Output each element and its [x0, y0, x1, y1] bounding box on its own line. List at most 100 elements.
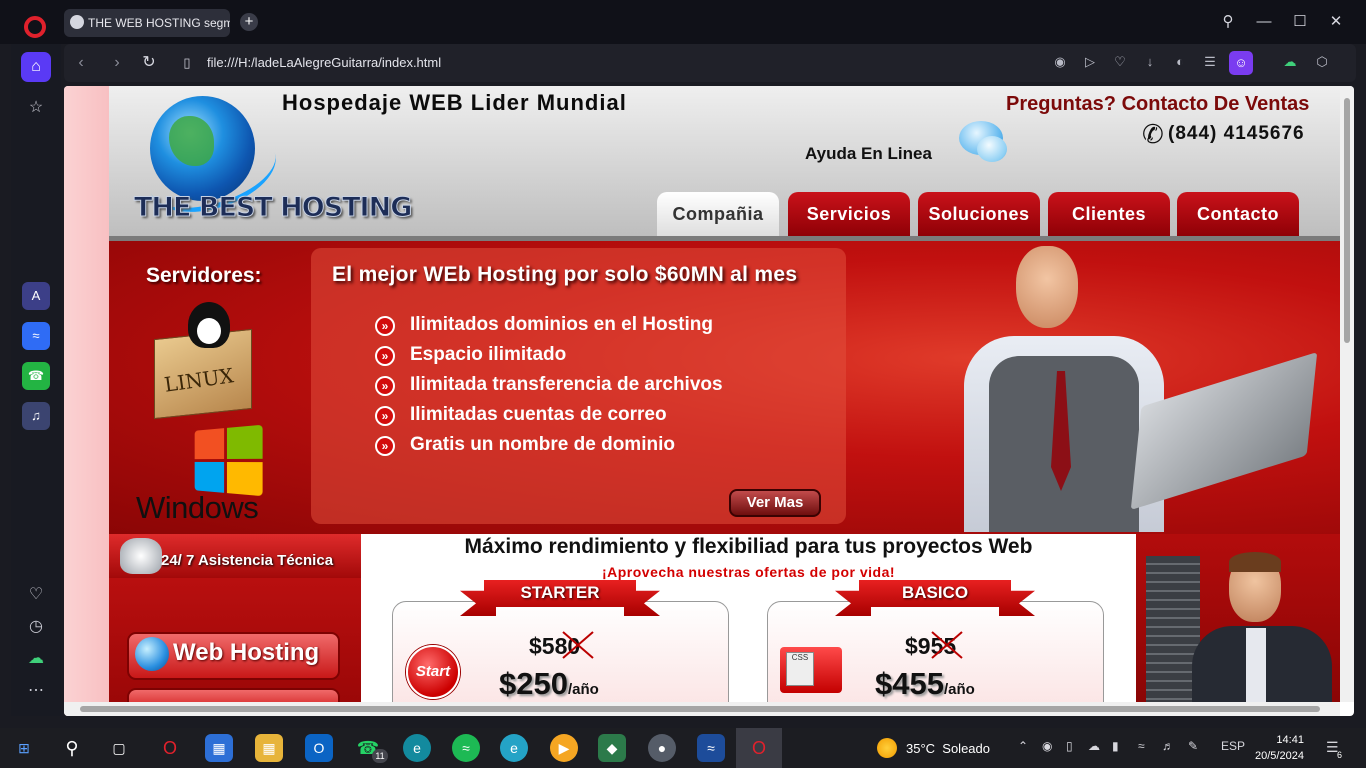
tab-clientes[interactable]: Clientes	[1048, 192, 1170, 236]
bullet-arrow-icon: »	[375, 406, 395, 426]
opera-menu-icon[interactable]	[24, 16, 46, 38]
weather-desc: Soleado	[942, 741, 990, 756]
plan-period: /año	[943, 681, 975, 698]
easy-setup-icon[interactable]: ☰	[1200, 52, 1220, 72]
forward-icon[interactable]: ›	[106, 52, 128, 74]
maximize-icon[interactable]: ☐	[1288, 10, 1312, 34]
extensions-cube-icon[interactable]: ⬡	[1312, 52, 1332, 72]
opera-browser-icon[interactable]: O	[745, 734, 773, 762]
tux-belly-shape	[197, 318, 221, 344]
whatsapp-badge: 11	[372, 749, 388, 763]
star-icon[interactable]: ☆	[21, 93, 51, 123]
sun-weather-icon[interactable]	[877, 738, 897, 758]
download-icon[interactable]: ↓	[1140, 52, 1160, 72]
page-viewport: THE BEST HOSTING Hospedaje WEB Lider Mun…	[64, 86, 1354, 716]
file-icon: ▯	[183, 55, 191, 70]
cloud-icon[interactable]: ☁	[1088, 739, 1100, 753]
sales-contact-heading: Preguntas? Contacto De Ventas	[1006, 93, 1310, 115]
app-diamond-icon[interactable]: ◆	[598, 734, 626, 762]
url-field[interactable]: file:///H:/ladeLaAlegreGuitarra/index.ht…	[207, 55, 441, 70]
language-indicator[interactable]: ESP	[1221, 739, 1245, 753]
tab-contacto[interactable]: Contacto	[1177, 192, 1299, 236]
history-clock-icon[interactable]: ◷	[21, 612, 51, 642]
vertical-scroll-thumb[interactable]	[1344, 98, 1350, 343]
see-more-button[interactable]: Ver Mas	[729, 489, 821, 517]
messenger-icon[interactable]: ≈	[22, 322, 50, 350]
windows-logo-icon	[194, 424, 264, 498]
online-help-label[interactable]: Ayuda En Linea	[805, 144, 932, 164]
plan-new-price: $455/año	[875, 666, 975, 701]
system-clock[interactable]: 14:41 20/5/2024	[1255, 732, 1304, 764]
browser-tab[interactable]: THE WEB HOSTING segmé	[64, 9, 230, 37]
more-options-icon[interactable]: ⋯	[21, 676, 51, 706]
phone-link-icon[interactable]: ▯	[1066, 739, 1073, 753]
reload-icon[interactable]: ↻	[138, 52, 160, 74]
whatsapp-icon[interactable]: ☎	[22, 362, 50, 390]
microsoft-store-icon[interactable]: ▦	[205, 734, 233, 762]
plan-period: /año	[567, 681, 599, 698]
spotify-icon[interactable]: ≈	[452, 734, 480, 762]
plan-new-price: $250/año	[499, 666, 599, 701]
profile-icon[interactable]: ☺	[1229, 51, 1253, 75]
start-menu-icon[interactable]: ⊞	[10, 734, 38, 762]
battery-icon[interactable]: ▮	[1112, 739, 1119, 753]
tab-servicios[interactable]: Servicios	[788, 192, 910, 236]
vpn-icon[interactable]: ☁	[1280, 52, 1300, 72]
tab-favicon-globe-icon	[70, 15, 84, 29]
aria-ai-icon[interactable]: A	[22, 282, 50, 310]
edge-icon[interactable]: e	[403, 734, 431, 762]
stock-app-icon[interactable]: ≈	[697, 734, 725, 762]
site-tagline: Hospedaje WEB Lider Mundial	[282, 90, 627, 115]
outlook-icon[interactable]: O	[305, 734, 333, 762]
bullet-arrow-icon: »	[375, 376, 395, 396]
music-player-icon[interactable]: ♫	[22, 402, 50, 430]
feature-item: Ilimitadas cuentas de correo	[410, 404, 667, 425]
tab-compania[interactable]: Compañia	[657, 192, 779, 236]
zoom-player-icon[interactable]: ▶	[550, 734, 578, 762]
wifi-icon[interactable]: ≈	[1138, 739, 1145, 753]
businessman-head-shape	[1016, 246, 1078, 328]
send-icon[interactable]: ▷	[1080, 52, 1100, 72]
feature-item: Ilimitados dominios en el Hosting	[410, 314, 713, 335]
page-side-margin	[64, 86, 109, 716]
search-icon[interactable]: ⚲	[58, 734, 86, 762]
vpn-icon[interactable]: ☁	[21, 644, 51, 674]
technician-shirt-shape	[1246, 628, 1266, 702]
plan-name: STARTER	[520, 583, 600, 602]
home-icon[interactable]: ⌂	[21, 52, 51, 82]
edge-dev-icon[interactable]: e	[500, 734, 528, 762]
heart-icon[interactable]: ♡	[21, 580, 51, 610]
heart-icon[interactable]: ♡	[1110, 52, 1130, 72]
new-tab-button[interactable]: +	[240, 13, 258, 31]
back-icon[interactable]: ‹	[70, 52, 92, 74]
file-explorer-icon[interactable]: ▦	[255, 734, 283, 762]
offer-title: El mejor WEb Hosting por solo $60MN al m…	[332, 263, 798, 286]
strikethrough-x-icon	[562, 631, 594, 659]
volume-icon[interactable]: ♬	[1162, 739, 1174, 753]
tab-title: THE WEB HOSTING segmé	[88, 16, 230, 30]
minimize-icon[interactable]: —	[1252, 10, 1276, 34]
camera-icon[interactable]: ◉	[1050, 52, 1070, 72]
tab-soluciones[interactable]: Soluciones	[918, 192, 1040, 236]
disk-tool-icon[interactable]: ●	[648, 734, 676, 762]
feature-item: Ilimitada transferencia de archivos	[410, 374, 723, 395]
task-view-icon[interactable]: ▢	[105, 734, 133, 762]
opera-gx-icon[interactable]: O	[156, 734, 184, 762]
search-tabs-icon[interactable]: ⚲	[1216, 10, 1240, 34]
phone-number: (844) 4145676	[1168, 123, 1305, 144]
horizontal-scroll-thumb[interactable]	[80, 706, 1320, 712]
close-icon[interactable]: ✕	[1324, 10, 1348, 34]
weather-readout[interactable]: 35°C Soleado	[906, 741, 990, 756]
bullet-arrow-icon: »	[375, 436, 395, 456]
site-logo-text[interactable]: THE BEST HOSTING	[133, 192, 412, 224]
clock-time: 14:41	[1276, 734, 1304, 746]
web-hosting-label[interactable]: Web Hosting	[173, 639, 319, 667]
tray-chevron-icon[interactable]: ⌃	[1018, 739, 1028, 753]
chat-bubble-small-icon	[977, 136, 1007, 162]
record-icon[interactable]: ◉	[1042, 739, 1052, 753]
pen-icon[interactable]: ✎	[1188, 739, 1198, 753]
theme-toggle-icon[interactable]: ◐	[1170, 52, 1190, 72]
plan-name: BASICO	[901, 583, 969, 602]
plans-title: Máximo rendimiento y flexibiliad para tu…	[464, 535, 1033, 558]
notification-count: 6	[1337, 750, 1343, 760]
